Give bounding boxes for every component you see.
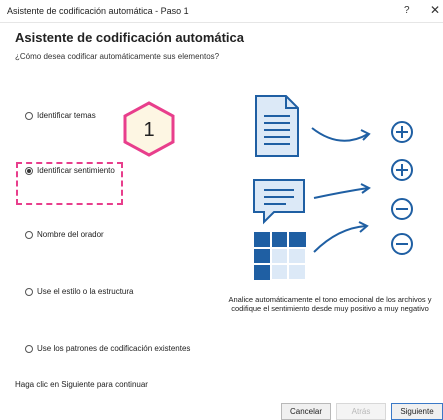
curved-arrow-icon — [313, 221, 369, 253]
back-button[interactable]: Atrás — [336, 403, 386, 420]
curved-arrow-icon — [313, 183, 371, 199]
sentiment-illustration — [253, 95, 413, 281]
highlight-box — [16, 162, 123, 205]
plus-circle-icon — [391, 121, 413, 143]
page-subtitle: ¿Cómo desea codificar automáticamente su… — [15, 52, 220, 61]
radio-button[interactable] — [25, 111, 33, 120]
close-button[interactable]: ✕ — [430, 3, 440, 17]
option-nombre-orador[interactable]: Nombre del orador — [25, 230, 104, 239]
minus-circle-icon — [391, 198, 413, 220]
comment-icon — [253, 179, 305, 225]
callout-number: 1 — [143, 119, 154, 141]
radio-button[interactable] — [25, 344, 33, 353]
radio-button[interactable] — [25, 230, 33, 239]
cancel-button[interactable]: Cancelar — [281, 403, 331, 420]
step-callout-badge: 1 — [123, 101, 175, 157]
option-label: Use los patrones de codificación existen… — [37, 344, 191, 353]
plus-circle-icon — [391, 159, 413, 181]
option-label: Use el estilo o la estructura — [37, 287, 134, 296]
radio-button[interactable] — [25, 287, 33, 296]
document-icon — [255, 95, 299, 157]
next-button[interactable]: Siguiente — [391, 403, 443, 420]
window-title: Asistente de codificación automática - P… — [7, 6, 189, 16]
footer-instructions: Haga clic en Siguiente para continuar — [15, 380, 148, 389]
grid-icon — [254, 232, 307, 281]
option-label: Nombre del orador — [37, 230, 104, 239]
page-title: Asistente de codificación automática — [15, 30, 245, 45]
option-patrones-codificacion[interactable]: Use los patrones de codificación existen… — [25, 344, 190, 353]
minus-circle-icon — [391, 233, 413, 255]
curved-arrow-icon — [311, 127, 371, 142]
option-identificar-temas[interactable]: Identificar temas — [25, 111, 96, 120]
option-description: Analice automáticamente el tono emociona… — [228, 295, 432, 313]
option-label: Identificar temas — [37, 111, 96, 120]
option-estilo-estructura[interactable]: Use el estilo o la estructura — [25, 287, 134, 296]
title-bar: Asistente de codificación automática - P… — [0, 0, 443, 23]
help-button[interactable]: ? — [404, 5, 410, 16]
